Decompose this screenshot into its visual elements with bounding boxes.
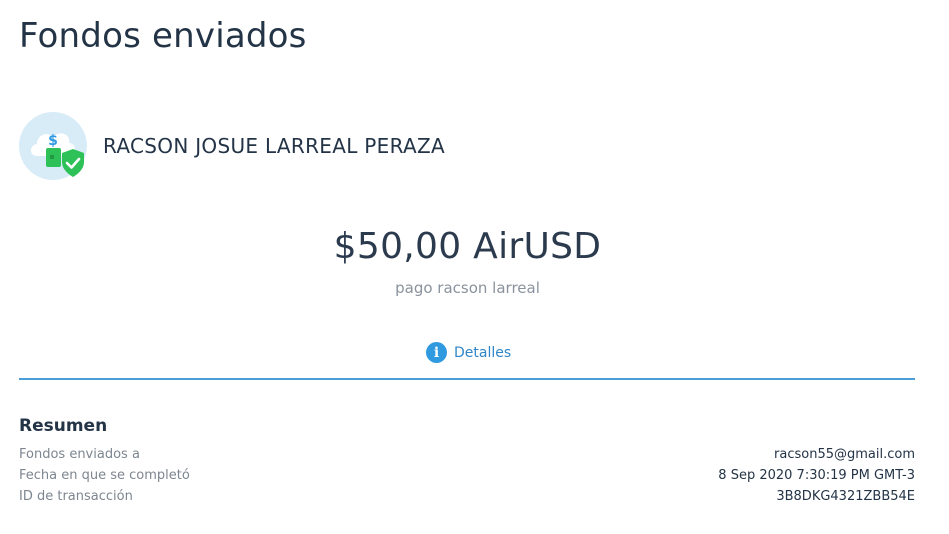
details-toggle[interactable]: i Detalles <box>426 342 511 363</box>
details-label: Detalles <box>454 344 512 361</box>
recipient-name: RACSON JOSUE LARREAL PERAZA <box>103 134 445 158</box>
transfer-receipt-page: Fondos enviados $ RACSON JOSUE LARREAL P… <box>0 0 949 534</box>
summary-label: Fecha en que se completó <box>19 468 190 483</box>
summary-value-transaction-id: 3B8DKG4321ZBB54E <box>776 489 915 504</box>
transfer-memo: pago racson larreal <box>395 279 540 297</box>
cloud-money-shield-icon: $ <box>19 112 87 180</box>
summary-value-email: racson55@gmail.com <box>774 447 915 462</box>
summary-value-date: 8 Sep 2020 7:30:19 PM GMT-3 <box>718 468 915 483</box>
summary-label: ID de transacción <box>19 489 133 504</box>
summary-label: Fondos enviados a <box>19 447 140 462</box>
info-icon: i <box>426 342 447 363</box>
recipient-row: $ RACSON JOSUE LARREAL PERAZA <box>19 112 445 180</box>
summary-row-transaction-id: ID de transacción 3B8DKG4321ZBB54E <box>19 486 915 507</box>
summary-row-date: Fecha en que se completó 8 Sep 2020 7:30… <box>19 465 915 486</box>
transfer-amount: $50,00 AirUSD <box>333 226 602 267</box>
summary-title: Resumen <box>19 416 108 436</box>
page-title: Fondos enviados <box>19 16 307 56</box>
details-divider <box>19 378 915 380</box>
svg-text:$: $ <box>48 133 58 149</box>
summary-list: Fondos enviados a racson55@gmail.com Fec… <box>19 444 915 507</box>
summary-row-recipient: Fondos enviados a racson55@gmail.com <box>19 444 915 465</box>
